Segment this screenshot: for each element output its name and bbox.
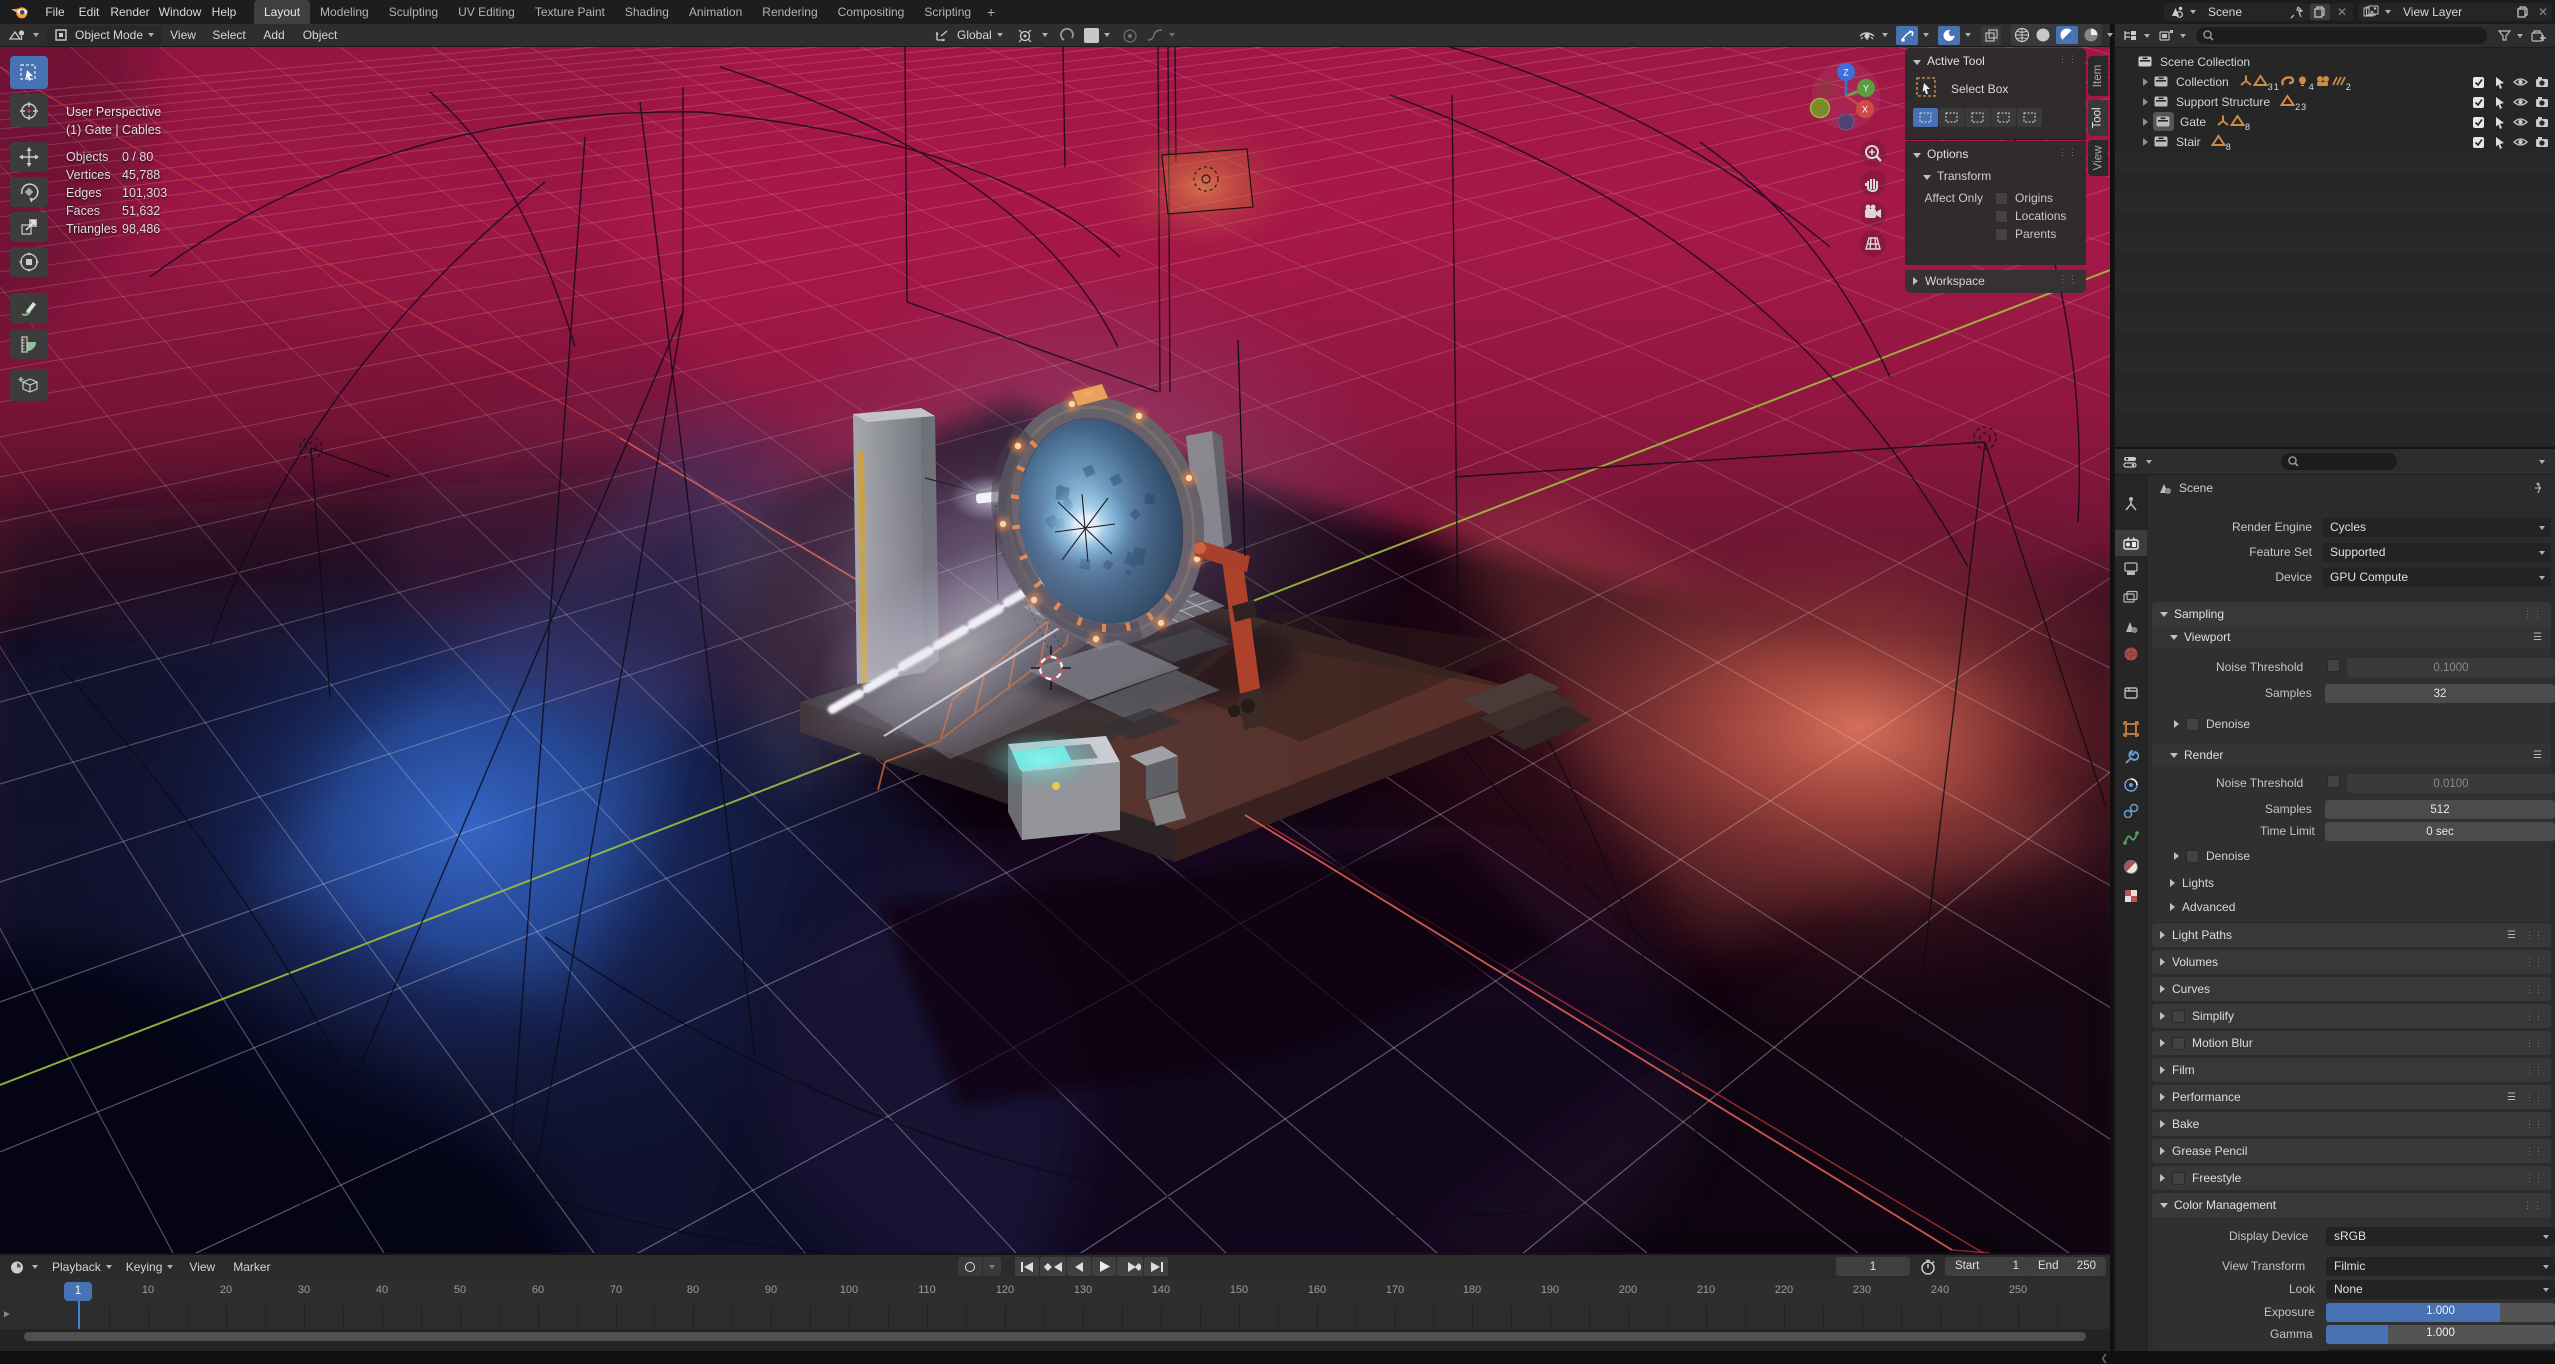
- svg-text:Y: Y: [1863, 84, 1869, 94]
- svg-text:Z: Z: [1843, 68, 1849, 78]
- svg-text:X: X: [1862, 105, 1868, 115]
